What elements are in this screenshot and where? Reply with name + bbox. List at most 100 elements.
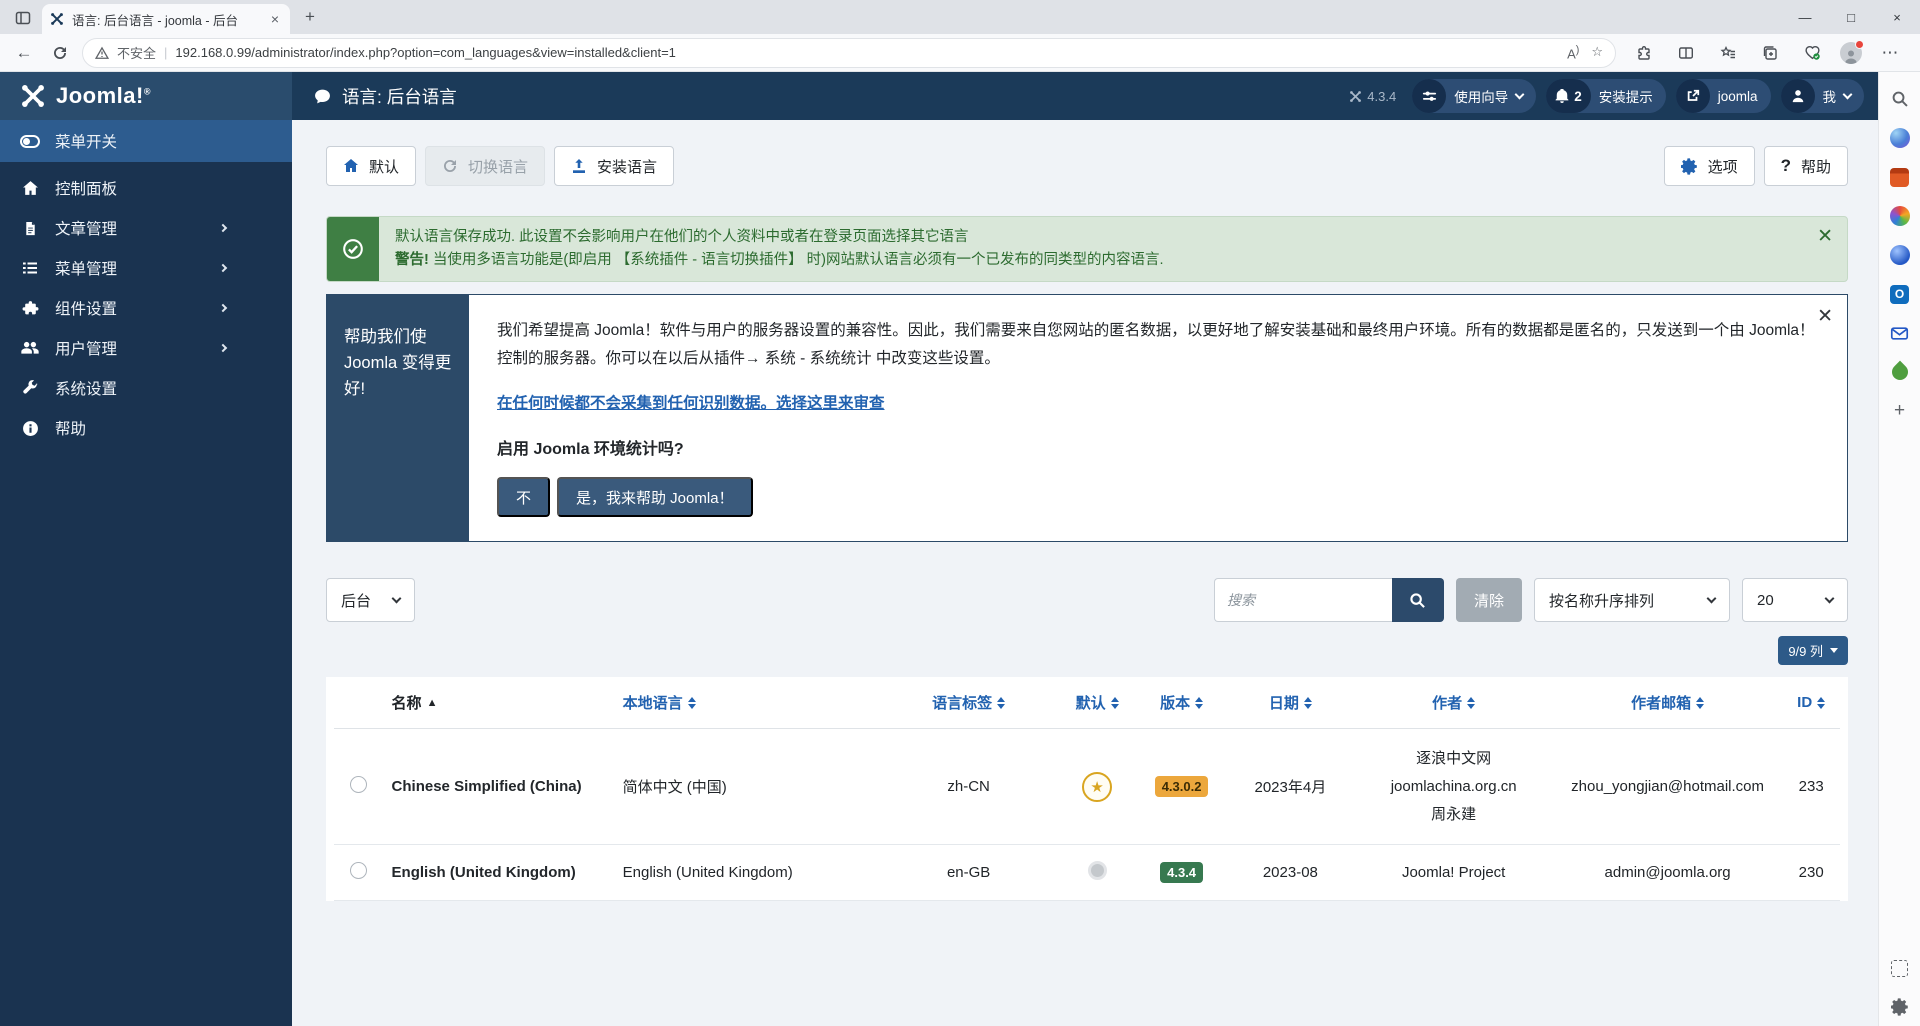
alert-line1: 默认语言保存成功. 此设置不会影响用户在他们的个人资料中或者在登录页面选择其它语… (395, 226, 1787, 249)
sort-header-id[interactable]: ID (1797, 694, 1825, 711)
url-text[interactable]: 192.168.0.99/administrator/index.php?opt… (175, 45, 1559, 60)
search-button[interactable] (1392, 578, 1444, 622)
copilot-icon[interactable] (1889, 127, 1911, 149)
clear-button[interactable]: 清除 (1456, 578, 1522, 622)
sidebar-item-system[interactable]: 系统设置 (0, 368, 292, 408)
row-radio[interactable] (350, 862, 367, 879)
client-select[interactable]: 后台 (326, 578, 415, 622)
stats-no-button[interactable]: 不 (497, 477, 550, 517)
vertical-tabs-icon[interactable] (8, 5, 38, 31)
set-default-radio[interactable] (1088, 861, 1107, 880)
language-date: 2023-08 (1226, 845, 1354, 901)
sidebar-item-menus[interactable]: 菜单管理 (0, 248, 292, 288)
designer-icon[interactable] (1889, 205, 1911, 227)
sidebar-item-help[interactable]: 帮助 (0, 408, 292, 448)
grow-icon[interactable] (1889, 361, 1911, 383)
version-badge: 4.3.0.2 (1155, 776, 1209, 797)
success-alert: 默认语言保存成功. 此设置不会影响用户在他们的个人资料中或者在登录页面选择其它语… (326, 216, 1848, 282)
add-icon[interactable]: + (1889, 400, 1911, 422)
stats-review-link[interactable]: 在任何时候都不会采集到任何识别数据。选择这里来审查 (497, 391, 885, 413)
default-button[interactable]: 默认 (326, 146, 416, 186)
outlook-icon[interactable]: O (1889, 283, 1911, 305)
collections-icon[interactable] (1756, 39, 1784, 67)
sort-both-icon (688, 697, 696, 709)
maximize-icon[interactable]: □ (1828, 0, 1874, 34)
chevron-right-icon[interactable] (219, 344, 227, 352)
mail-icon[interactable] (1889, 322, 1911, 344)
joomla-logo-text: Joomla!® (56, 83, 151, 109)
security-label[interactable]: 不安全 (117, 43, 156, 62)
sidebar-item-users[interactable]: 用户管理 (0, 328, 292, 368)
sort-header-native[interactable]: 本地语言 (623, 692, 696, 713)
alert-line2: 警告! 当使用多语言功能是(即启用 【系统插件 - 语言切换插件】 时)网站默认… (395, 249, 1787, 272)
sort-header-tag[interactable]: 语言标签 (932, 692, 1005, 713)
tab-close-icon[interactable]: × (268, 11, 282, 27)
toolbox-icon[interactable] (1889, 166, 1911, 188)
help-button[interactable]: ? 帮助 (1764, 146, 1848, 186)
chevron-right-icon[interactable] (219, 304, 227, 312)
sidebar-item-content[interactable]: 文章管理 (0, 208, 292, 248)
post-installation-messages-button[interactable]: 2 安装提示 (1546, 79, 1666, 113)
limit-select[interactable]: 20 (1742, 578, 1848, 622)
close-icon[interactable]: × (1874, 0, 1920, 34)
sort-header-version[interactable]: 版本 (1160, 692, 1203, 713)
search-input[interactable] (1214, 578, 1392, 622)
file-icon (20, 221, 40, 236)
favorites-bar-icon[interactable] (1714, 39, 1742, 67)
read-aloud-icon[interactable]: A) (1567, 44, 1579, 61)
default-star-icon[interactable]: ★ (1082, 772, 1112, 802)
sphere-icon[interactable] (1889, 244, 1911, 266)
search-icon[interactable] (1889, 88, 1911, 110)
minimize-icon[interactable]: — (1782, 0, 1828, 34)
chevron-right-icon[interactable] (219, 264, 227, 272)
sort-header-email[interactable]: 作者邮箱 (1631, 692, 1704, 713)
chevron-right-icon[interactable] (219, 224, 227, 232)
tab-title: 语言: 后台语言 - joomla - 后台 (72, 10, 260, 29)
row-radio[interactable] (350, 776, 367, 793)
stats-consent-panel: 帮助我们使 Joomla 变得更好! 我们希望提高 Joomla！软件与用户的服… (326, 294, 1848, 542)
joomla-logo[interactable]: Joomla!® (0, 72, 292, 120)
dashboard-grid-icon[interactable] (257, 261, 272, 276)
language-author: 逐浪中文网 joomlachina.org.cn 周永建 (1354, 729, 1552, 845)
options-button[interactable]: 选项 (1664, 146, 1755, 186)
sidebar-item-toggle-menu[interactable]: 菜单开关 (0, 120, 292, 162)
refresh-icon[interactable] (46, 39, 74, 67)
dashboard-grid-icon[interactable] (257, 301, 272, 316)
split-screen-icon[interactable] (1672, 39, 1700, 67)
user-menu-button[interactable]: 我 (1781, 79, 1865, 113)
version-badge: 4.3.4 (1160, 862, 1203, 883)
columns-visibility-badge[interactable]: 9/9 列 (1778, 636, 1848, 665)
question-mark-icon: ? (1781, 156, 1791, 176)
screenshot-icon[interactable] (1889, 957, 1911, 979)
url-bar[interactable]: 不安全 | 192.168.0.99/administrator/index.p… (82, 38, 1616, 68)
language-id: 230 (1782, 845, 1840, 901)
stats-yes-button[interactable]: 是，我来帮助 Joomla！ (557, 477, 753, 517)
profile-avatar[interactable] (1840, 42, 1862, 64)
browser-tab[interactable]: 语言: 后台语言 - joomla - 后台 × (42, 4, 290, 34)
dashboard-grid-icon[interactable] (257, 341, 272, 356)
stats-close-icon[interactable]: ✕ (1817, 305, 1833, 328)
new-tab-button[interactable]: + (296, 3, 324, 31)
sidebar-item-dashboard[interactable]: 控制面板 (0, 168, 292, 208)
language-native: 简体中文 (中国) (615, 729, 880, 845)
sort-header-default[interactable]: 默认 (1076, 692, 1119, 713)
sidebar-item-components[interactable]: 组件设置 (0, 288, 292, 328)
preview-site-button[interactable]: joomla (1676, 79, 1771, 113)
back-icon[interactable]: ← (10, 39, 38, 67)
guided-tour-button[interactable]: 使用向导 (1412, 79, 1536, 113)
install-language-button[interactable]: 安装语言 (554, 146, 674, 186)
extensions-icon[interactable] (1630, 39, 1658, 67)
favorite-star-icon[interactable]: ☆ (1591, 44, 1603, 60)
language-id: 233 (1782, 729, 1840, 845)
sort-header-name[interactable]: 名称▲ (392, 692, 438, 713)
settings-more-icon[interactable]: ⋯ (1876, 39, 1904, 67)
settings-gear-icon[interactable] (1889, 996, 1911, 1018)
sort-header-author[interactable]: 作者 (1432, 692, 1475, 713)
sort-select[interactable]: 按名称升序排列 (1534, 578, 1730, 622)
browser-essentials-icon[interactable] (1798, 39, 1826, 67)
edge-sidebar: O + (1878, 72, 1920, 1026)
dashboard-grid-icon[interactable] (257, 221, 272, 236)
language-tag: en-GB (880, 845, 1058, 901)
alert-close-icon[interactable]: ✕ (1803, 217, 1847, 281)
sort-header-date[interactable]: 日期 (1269, 692, 1312, 713)
